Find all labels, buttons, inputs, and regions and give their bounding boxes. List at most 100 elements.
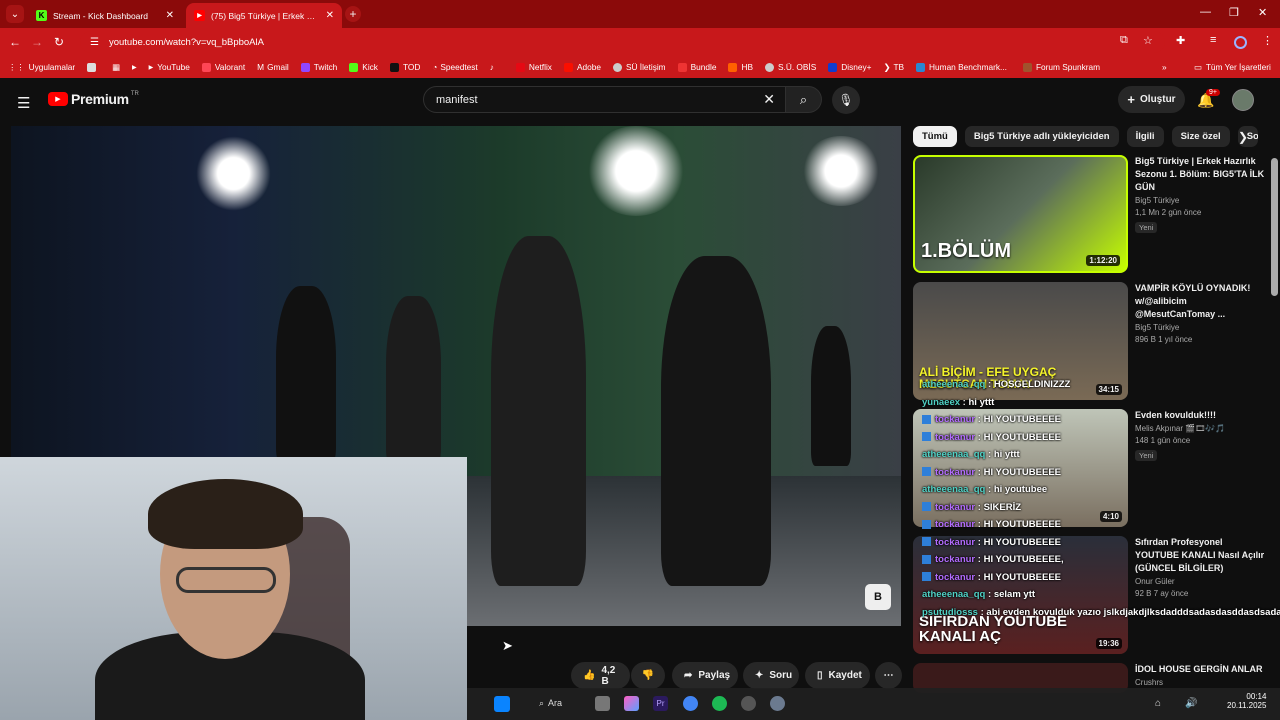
more-actions-button[interactable]: ⋯ [875, 662, 902, 689]
voice-search-button[interactable]: 🎙 [832, 86, 860, 114]
chip-for-you[interactable]: Size özel [1171, 126, 1230, 147]
obs-icon[interactable] [741, 696, 756, 711]
bookmark-twitch[interactable]: Twitch [300, 62, 338, 72]
video-thumbnail[interactable]: 1.BÖLÜM 1:12:20 [913, 155, 1128, 273]
all-bookmarks[interactable]: ▭ Tüm Yer İşaretleri [1194, 62, 1271, 72]
chat-separator: : [975, 466, 984, 478]
reload-icon[interactable]: ↻ [48, 35, 70, 49]
close-window-icon[interactable]: ✕ [1258, 6, 1267, 19]
like-button[interactable]: 👍 4,2 B [571, 662, 630, 689]
channel-name[interactable]: Big5 Türkiye [1135, 196, 1265, 205]
premiere-pro-icon[interactable]: Pr [653, 696, 668, 711]
bookmark-gmail[interactable]: M Gmail [257, 62, 289, 72]
tb-icon: ❯ [883, 62, 891, 72]
back-icon[interactable]: ← [4, 35, 26, 49]
bookmark-tb[interactable]: ❯ TB [883, 62, 904, 72]
chat-username: tockanur [935, 466, 976, 478]
address-bar[interactable]: ☰ youtube.com/watch?v=vq_bBpboAlA [80, 31, 1165, 53]
forward-icon[interactable]: → [26, 35, 48, 49]
mouse-cursor-icon: ➤ [502, 638, 513, 653]
install-app-icon[interactable]: ⧉ [1120, 34, 1128, 47]
hb-icon [728, 62, 738, 72]
bookmark-speedtest[interactable]: ◔ Speedtest [432, 62, 477, 72]
page-scrollbar[interactable] [1271, 158, 1278, 296]
video-title[interactable]: VAMPİR KÖYLÜ OYNADIK! w/@alibicim @Mesut… [1135, 282, 1265, 321]
chat-text: hi yttt [993, 449, 1020, 460]
chat-text: hi yttt [968, 396, 995, 408]
chrome-menu-icon[interactable]: ⋮ [1262, 34, 1273, 47]
chat-separator: : [985, 379, 994, 390]
bookmark-bundle[interactable]: Bundle [677, 62, 716, 72]
taskbar-clock[interactable]: 00:14 20.11.2025 [1227, 692, 1266, 710]
bookmark-human-benchmark[interactable]: Human Benchmark... [916, 62, 1007, 72]
dislike-button[interactable]: 👎 [631, 662, 665, 689]
ask-button[interactable]: ✦ Soru [743, 662, 799, 689]
bookmark-hb[interactable]: HB [728, 62, 753, 72]
share-button[interactable]: ➦ Paylaş [672, 662, 738, 689]
bookmark-forum[interactable]: Forum Spunkram [1022, 62, 1100, 72]
clear-search-icon[interactable]: ✕ [763, 91, 775, 108]
video-title[interactable]: İDOL HOUSE GERGİN ANLAR [1135, 663, 1265, 676]
more-bookmarks-icon[interactable]: » [1162, 62, 1167, 72]
obis-icon [764, 62, 774, 72]
bookmark-su-obis[interactable]: S.Ü. OBİS [764, 62, 816, 72]
chat-message: yunaeex : hi yttt [922, 397, 994, 408]
chat-platform-icon [922, 554, 931, 564]
bookmark-netflix[interactable]: Netflix [515, 62, 552, 72]
channel-watermark-icon[interactable]: B [865, 584, 891, 610]
search-button[interactable]: ⌕ [786, 86, 822, 113]
bookmark-label: Twitch [313, 62, 338, 72]
photos-app-icon[interactable] [624, 696, 639, 711]
settings-gear-icon[interactable] [770, 696, 785, 711]
tray-network-icon[interactable]: ⌂ [1155, 698, 1161, 709]
tray-volume-icon[interactable]: 🔊 [1185, 698, 1197, 709]
chevron-right-icon[interactable]: ❯ [1232, 126, 1254, 148]
close-tab-icon[interactable]: ✕ [166, 10, 174, 21]
bookmark-tod[interactable]: TOD [389, 62, 420, 72]
profile-icon[interactable] [1234, 36, 1247, 49]
youtube-logo[interactable]: ▶ Premium TR [48, 91, 139, 107]
tab-youtube-video[interactable]: ▶ (75) Big5 Türkiye | Erkek Hazırlık ✕ [186, 3, 342, 28]
windows-start-icon[interactable] [494, 696, 510, 712]
menu-icon[interactable]: ☰ [17, 94, 30, 112]
bookmark-star-icon[interactable]: ☆ [1143, 34, 1153, 47]
bookmark-valorant[interactable]: Valorant [201, 62, 245, 72]
save-button[interactable]: ▯ Kaydet [805, 662, 870, 689]
bookmark-su-iletisim[interactable]: SÜ İletişim [612, 62, 666, 72]
bookmark-tiktok[interactable]: ♪ [490, 62, 494, 72]
bookmark-adobe[interactable]: Adobe [563, 62, 601, 72]
maximize-icon[interactable]: ❐ [1229, 6, 1239, 19]
search-input[interactable]: manifest ✕ [423, 86, 786, 113]
extensions-icon[interactable]: ✚ [1176, 34, 1185, 47]
chip-from-uploader[interactable]: Big5 Türkiye adlı yükleyiciden [964, 126, 1119, 147]
new-tab-button[interactable]: + [345, 6, 361, 22]
bookmark-blank[interactable] [87, 62, 100, 72]
close-tab-icon[interactable]: ✕ [326, 10, 334, 21]
bookmark-youtube-short[interactable]: ▶ [132, 64, 137, 71]
chat-platform-icon [922, 502, 931, 512]
tab-search-icon[interactable]: ⌄ [6, 5, 24, 23]
recommendation-item[interactable]: 1.BÖLÜM 1:12:20 Big5 Türkiye | Erkek Haz… [913, 155, 1273, 273]
chip-related[interactable]: İlgili [1126, 126, 1164, 147]
channel-name[interactable]: Crushrs [1135, 678, 1265, 687]
tab-kick-dashboard[interactable]: K Stream - Kick Dashboard ✕ [28, 3, 182, 28]
channel-name[interactable]: Big5 Türkiye [1135, 323, 1265, 332]
video-title[interactable]: Big5 Türkiye | Erkek Hazırlık Sezonu 1. … [1135, 155, 1265, 194]
bookmark-apps[interactable]: ⋮⋮ Uygulamalar [8, 62, 75, 72]
bookmark-youtube[interactable]: ▶ YouTube [149, 62, 190, 72]
site-info-icon[interactable]: ☰ [90, 37, 99, 48]
spotify-icon[interactable] [712, 696, 727, 711]
bookmark-kick[interactable]: Kick [349, 62, 378, 72]
youtube-play-icon: ▶ [48, 92, 68, 106]
bookmark-disney[interactable]: Disney+ [828, 62, 871, 72]
bookmark-grid[interactable]: ▦ [112, 62, 120, 72]
chrome-icon[interactable] [683, 696, 698, 711]
account-avatar[interactable] [1232, 89, 1254, 111]
taskbar-search[interactable]: ⌕ Ara [539, 698, 562, 709]
media-controls-icon[interactable]: ≡ [1210, 34, 1216, 46]
create-button[interactable]: + Oluştur [1118, 86, 1185, 113]
chip-all[interactable]: Tümü [913, 126, 957, 147]
youtube-favicon-icon: ▶ [194, 10, 205, 21]
minimize-icon[interactable]: — [1200, 6, 1211, 18]
task-view-icon[interactable] [595, 696, 610, 711]
